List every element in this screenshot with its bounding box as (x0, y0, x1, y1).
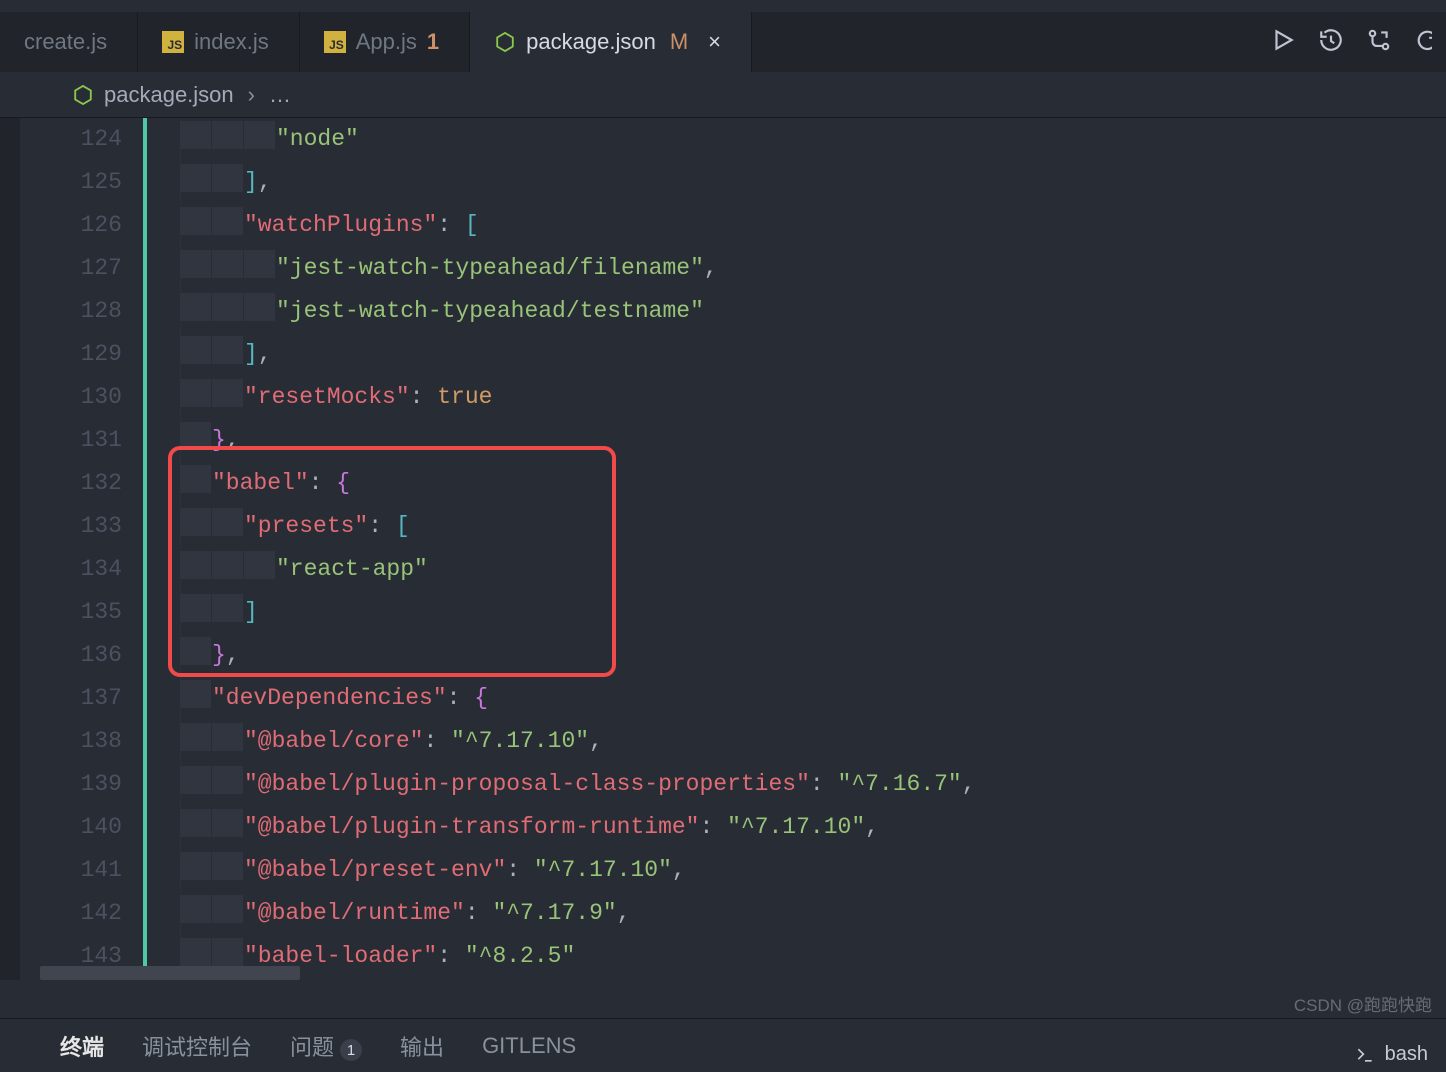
line-number: 133 (20, 505, 122, 548)
chevron-right-icon: › (248, 82, 255, 108)
breadcrumb-rest: … (269, 82, 291, 108)
line-number: 136 (20, 634, 122, 677)
line-number: 125 (20, 161, 122, 204)
scrollbar-thumb[interactable] (40, 966, 300, 980)
line-number: 134 (20, 548, 122, 591)
code-line[interactable]: ], (180, 161, 1446, 204)
code-line[interactable]: "jest-watch-typeahead/testname" (180, 290, 1446, 333)
code-line[interactable]: ], (180, 333, 1446, 376)
code-line[interactable]: }, (180, 634, 1446, 677)
code-line[interactable]: "watchPlugins": [ (180, 204, 1446, 247)
line-number: 142 (20, 892, 122, 935)
code-line[interactable]: "resetMocks": true (180, 376, 1446, 419)
tab-label: package.json (526, 29, 656, 55)
git-change-indicator (143, 118, 147, 978)
line-number: 139 (20, 763, 122, 806)
activity-bar-sliver (0, 118, 20, 980)
panel-tab-bar: 终端 调试控制台 问题1 输出 GITLENS bash (0, 1018, 1446, 1072)
code-line[interactable]: }, (180, 419, 1446, 462)
dirty-indicator: 1 (427, 29, 439, 55)
tab-bar: create.js JS index.js JS App.js 1 package.jso… (0, 12, 1446, 72)
line-number: 126 (20, 204, 122, 247)
revert-icon[interactable] (1414, 27, 1432, 58)
tab-package-json[interactable]: package.json M × (470, 12, 752, 72)
panel-tab-GITLENS[interactable]: GITLENS (482, 1033, 576, 1059)
code-line[interactable]: "devDependencies": { (180, 677, 1446, 720)
line-number: 128 (20, 290, 122, 333)
code-line[interactable]: ] (180, 591, 1446, 634)
editor-actions (1270, 12, 1432, 72)
editor[interactable]: 1241251261271281291301311321331341351361… (0, 118, 1446, 980)
nodejs-icon (72, 84, 94, 106)
line-number: 138 (20, 720, 122, 763)
line-number: 127 (20, 247, 122, 290)
line-number: 130 (20, 376, 122, 419)
tab-create-js[interactable]: create.js (0, 12, 138, 72)
run-icon[interactable] (1270, 27, 1296, 58)
line-number: 131 (20, 419, 122, 462)
nodejs-icon (494, 31, 516, 53)
panel-tab-终端[interactable]: 终端 (60, 1030, 104, 1062)
line-number: 140 (20, 806, 122, 849)
line-number: 129 (20, 333, 122, 376)
code-line[interactable]: "babel": { (180, 462, 1446, 505)
history-icon[interactable] (1318, 27, 1344, 58)
line-number-gutter: 1241251261271281291301311321331341351361… (20, 118, 140, 978)
line-number: 132 (20, 462, 122, 505)
line-number: 135 (20, 591, 122, 634)
watermark: CSDN @跑跑快跑 (1294, 991, 1432, 1016)
tab-App-js[interactable]: JS App.js 1 (300, 12, 470, 72)
code-area[interactable]: "node"],"watchPlugins": ["jest-watch-typ… (180, 118, 1446, 978)
code-line[interactable]: "node" (180, 118, 1446, 161)
breadcrumb-file: package.json (104, 82, 234, 108)
tab-index-js[interactable]: JS index.js (138, 12, 300, 72)
code-line[interactable]: "@babel/runtime": "^7.17.9", (180, 892, 1446, 935)
line-number: 137 (20, 677, 122, 720)
terminal-picker-label: bash (1385, 1043, 1428, 1066)
javascript-icon: JS (324, 31, 346, 53)
code-line[interactable]: "presets": [ (180, 505, 1446, 548)
terminal-picker[interactable]: bash (1355, 1043, 1428, 1066)
code-line[interactable]: "@babel/preset-env": "^7.17.10", (180, 849, 1446, 892)
code-line[interactable]: "jest-watch-typeahead/filename", (180, 247, 1446, 290)
code-line[interactable]: "@babel/plugin-proposal-class-properties… (180, 763, 1446, 806)
horizontal-scrollbar[interactable] (40, 966, 1446, 980)
tab-label: App.js (356, 29, 417, 55)
panel-tab-输出[interactable]: 输出 (400, 1030, 444, 1062)
breadcrumb[interactable]: package.json › … (0, 72, 1446, 118)
tab-label: index.js (194, 29, 269, 55)
code-line[interactable]: "react-app" (180, 548, 1446, 591)
code-line[interactable]: "@babel/plugin-transform-runtime": "^7.1… (180, 806, 1446, 849)
code-line[interactable]: "@babel/core": "^7.17.10", (180, 720, 1446, 763)
line-number: 141 (20, 849, 122, 892)
title-bar-faded (0, 0, 1446, 12)
line-number: 124 (20, 118, 122, 161)
compare-changes-icon[interactable] (1366, 27, 1392, 58)
git-modified-indicator: M (670, 29, 688, 55)
tab-label: create.js (24, 29, 107, 55)
close-icon[interactable]: × (708, 31, 721, 53)
panel-tab-问题[interactable]: 问题1 (290, 1030, 362, 1062)
panel-tab-调试控制台[interactable]: 调试控制台 (142, 1030, 252, 1062)
problems-count-badge: 1 (340, 1039, 362, 1061)
javascript-icon: JS (162, 31, 184, 53)
